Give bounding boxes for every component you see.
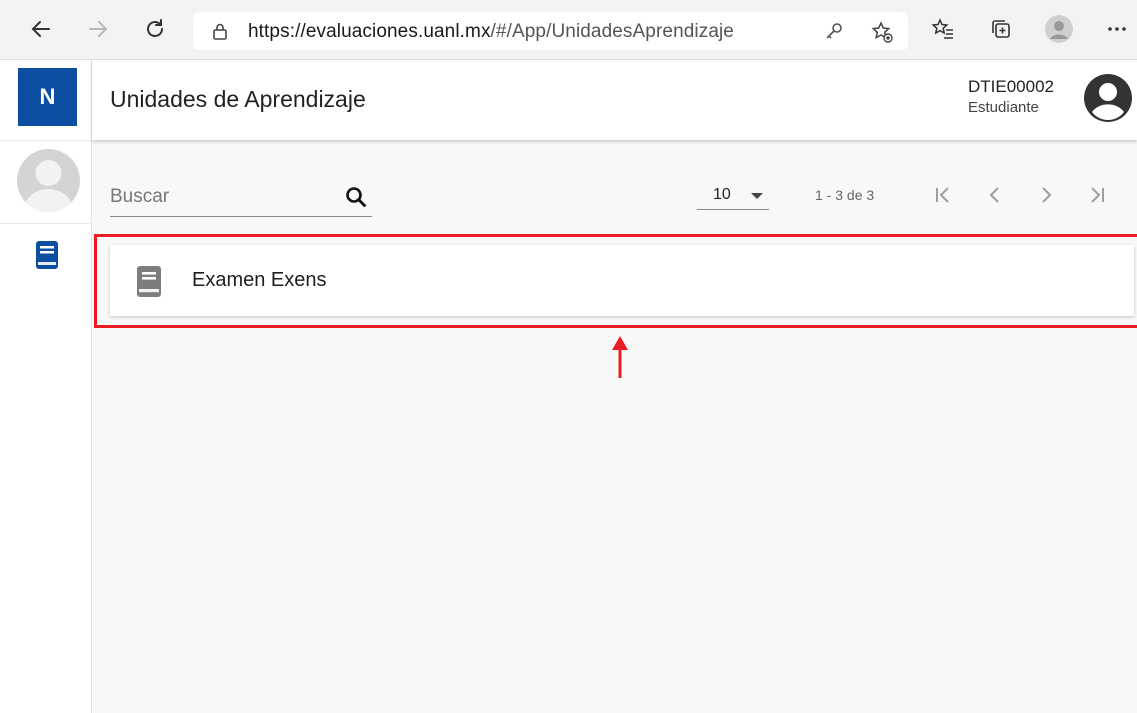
first-page-icon xyxy=(936,187,949,203)
next-page-button[interactable] xyxy=(1031,180,1061,210)
search-underline xyxy=(110,216,372,217)
chevron-right-icon xyxy=(1042,187,1052,203)
favorite-add-icon[interactable] xyxy=(870,20,894,44)
unit-card[interactable]: Examen Exens xyxy=(110,245,1134,316)
search-button[interactable] xyxy=(345,186,367,208)
back-arrow-icon xyxy=(31,21,50,37)
url-path: /#/App/UnidadesAprendizaje xyxy=(490,21,734,42)
url-host: https://evaluaciones.uanl.mx xyxy=(248,21,491,42)
key-icon[interactable] xyxy=(824,21,844,41)
sidebar: N xyxy=(0,60,92,713)
user-role: Estudiante xyxy=(968,99,1039,116)
page-title: Unidades de Aprendizaje xyxy=(110,86,366,112)
sidebar-divider xyxy=(0,223,92,224)
favorites-icon xyxy=(931,18,953,39)
more-icon xyxy=(1108,27,1126,31)
collections-button[interactable] xyxy=(986,14,1016,44)
chevron-left-icon xyxy=(989,187,999,203)
chevron-down-icon xyxy=(751,193,763,199)
refresh-button[interactable] xyxy=(140,14,170,44)
search-icon xyxy=(346,187,366,207)
sidebar-avatar[interactable] xyxy=(17,149,80,212)
card-book-icon-wrap xyxy=(135,265,163,298)
page-size-value: 10 xyxy=(713,186,731,203)
book-icon xyxy=(137,266,161,297)
more-button[interactable] xyxy=(1102,14,1132,44)
unit-title: Examen Exens xyxy=(192,269,327,291)
profile-button[interactable] xyxy=(1044,14,1074,44)
page-size-select[interactable]: 10 xyxy=(697,180,769,210)
last-page-button[interactable] xyxy=(1082,180,1112,210)
last-page-icon xyxy=(1091,187,1104,203)
book-icon xyxy=(36,241,58,269)
lock-icon xyxy=(213,23,227,40)
sidebar-divider xyxy=(0,140,92,141)
user-id: DTIE00002 xyxy=(968,77,1054,96)
address-bar[interactable]: https://evaluaciones.uanl.mx/#/App/Unida… xyxy=(193,12,908,50)
browser-toolbar: https://evaluaciones.uanl.mx/#/App/Unida… xyxy=(0,0,1137,60)
profile-avatar-icon xyxy=(1045,15,1073,43)
favorites-button[interactable] xyxy=(928,14,958,44)
collections-icon xyxy=(992,20,1010,38)
first-page-button[interactable] xyxy=(928,180,958,210)
forward-button[interactable] xyxy=(83,14,113,44)
search-input[interactable] xyxy=(110,178,348,216)
refresh-icon xyxy=(147,19,163,37)
app-header: Unidades de Aprendizaje DTIE00002 Estudi… xyxy=(92,60,1137,140)
sidebar-item-units[interactable] xyxy=(34,240,60,270)
back-button[interactable] xyxy=(26,14,56,44)
previous-page-button[interactable] xyxy=(980,180,1010,210)
arrow-up-icon xyxy=(612,336,628,378)
user-menu-button[interactable] xyxy=(1082,72,1134,124)
forward-arrow-icon xyxy=(89,21,108,37)
user-placeholder-icon xyxy=(24,160,73,212)
url-text: https://evaluaciones.uanl.mx/#/App/Unida… xyxy=(248,21,734,43)
account-circle-icon xyxy=(1084,74,1132,122)
range-label: 1 - 3 de 3 xyxy=(815,187,875,203)
app-logo[interactable]: N xyxy=(18,68,77,126)
